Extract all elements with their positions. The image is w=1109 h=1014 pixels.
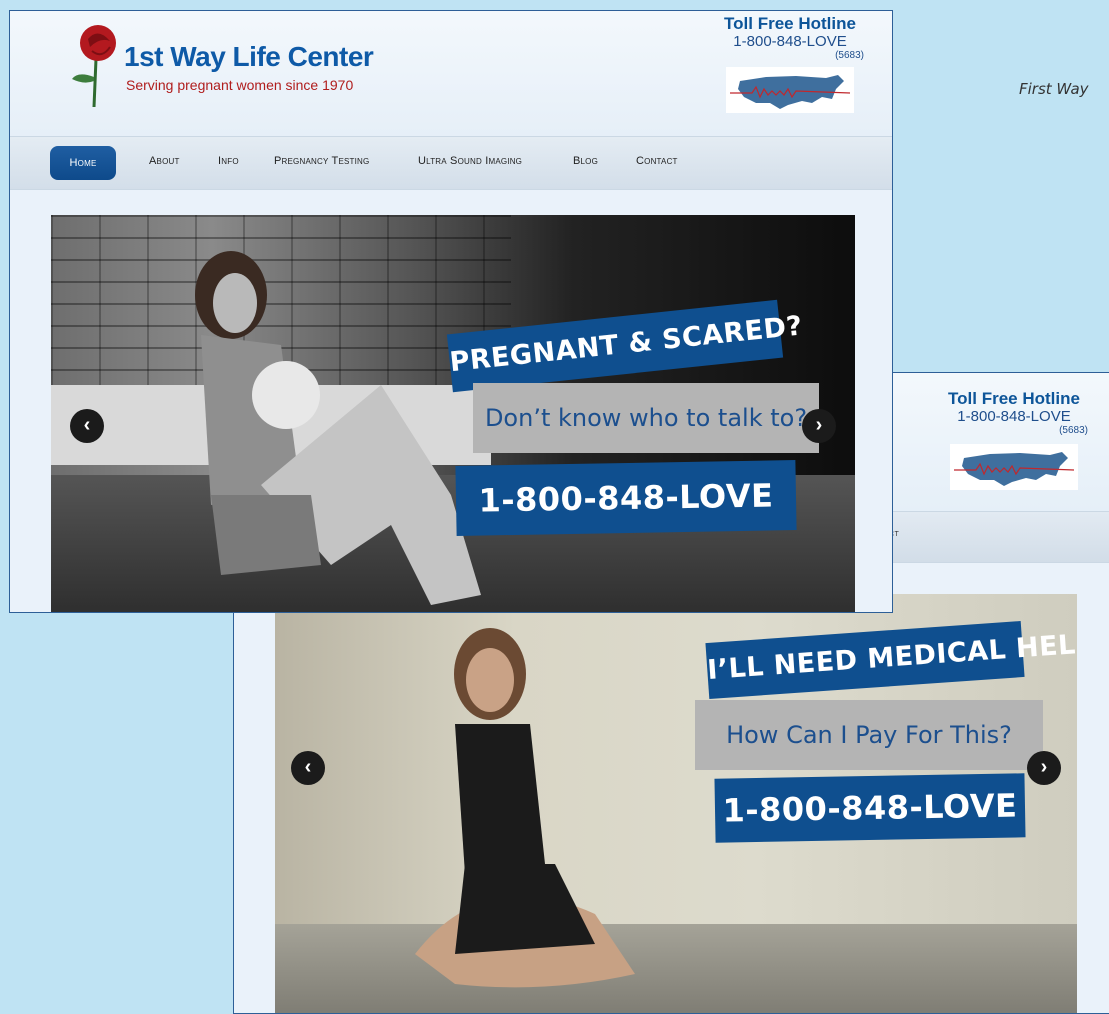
hero-slide-2: I’LL NEED MEDICAL HELP How Can I Pay For… [275, 594, 1077, 1013]
us-map-icon [726, 67, 854, 113]
slide-1-phone[interactable]: 1-800-848-LOVE [455, 460, 797, 536]
hero-slide-1: PREGNANT & SCARED? Don’t know who to tal… [51, 215, 855, 612]
nav-item-home[interactable]: Home [50, 146, 116, 180]
nav-item-info[interactable]: Info [218, 155, 239, 167]
page-caption: First Way [1019, 80, 1089, 98]
slide-1-prev-button[interactable]: ‹ [70, 409, 104, 443]
hotline-digits: (5683) [835, 50, 864, 61]
slide-1-question: Don’t know who to talk to? [473, 383, 819, 453]
nav-item-about[interactable]: About [149, 155, 180, 167]
slide-2-phone[interactable]: 1-800-848-LOVE [714, 773, 1026, 843]
hotline-number[interactable]: 1-800-848-LOVE [710, 34, 870, 50]
slide-1-next-button[interactable]: › [802, 409, 836, 443]
header: 1st Way Life Center Serving pregnant wom… [10, 11, 892, 136]
nav-item-pregnancy-testing[interactable]: Pregnancy Testing [274, 155, 369, 167]
site-subtitle: Serving pregnant women since 1970 [126, 77, 354, 93]
screenshot-primary: 1st Way Life Center Serving pregnant wom… [9, 10, 893, 613]
slide-2-prev-button[interactable]: ‹ [291, 751, 325, 785]
nav-item-ultra-sound-imaging[interactable]: Ultra Sound Imaging [418, 155, 522, 167]
chevron-left-icon: ‹ [83, 414, 91, 436]
chevron-left-icon: ‹ [304, 756, 312, 778]
girl-photo [415, 628, 635, 988]
slide-2-question: How Can I Pay For This? [695, 700, 1043, 770]
slide-2-headline: I’LL NEED MEDICAL HELP [705, 621, 1077, 699]
hotline-number[interactable]: 1-800-848-LOVE [934, 409, 1094, 425]
slide-2-next-button[interactable]: › [1027, 751, 1061, 785]
site-title[interactable]: 1st Way Life Center [124, 41, 374, 73]
us-map-icon [950, 444, 1078, 490]
nav-item-blog[interactable]: Blog [573, 155, 598, 167]
girl-photo [195, 251, 481, 605]
chevron-right-icon: › [815, 414, 823, 436]
hotline-title: Toll Free Hotline [948, 389, 1080, 408]
hotline-block: Toll Free Hotline 1-800-848-LOVE (5683) [934, 389, 1094, 490]
chevron-right-icon: › [1040, 756, 1048, 778]
hotline-block: Toll Free Hotline 1-800-848-LOVE (5683) [710, 14, 870, 113]
nav-item-contact[interactable]: Contact [636, 155, 678, 167]
rose-icon [72, 25, 116, 108]
nav-bar: Home About Info Pregnancy Testing Ultra … [10, 136, 892, 190]
hotline-digits: (5683) [1059, 425, 1088, 436]
hotline-title: Toll Free Hotline [724, 14, 856, 33]
